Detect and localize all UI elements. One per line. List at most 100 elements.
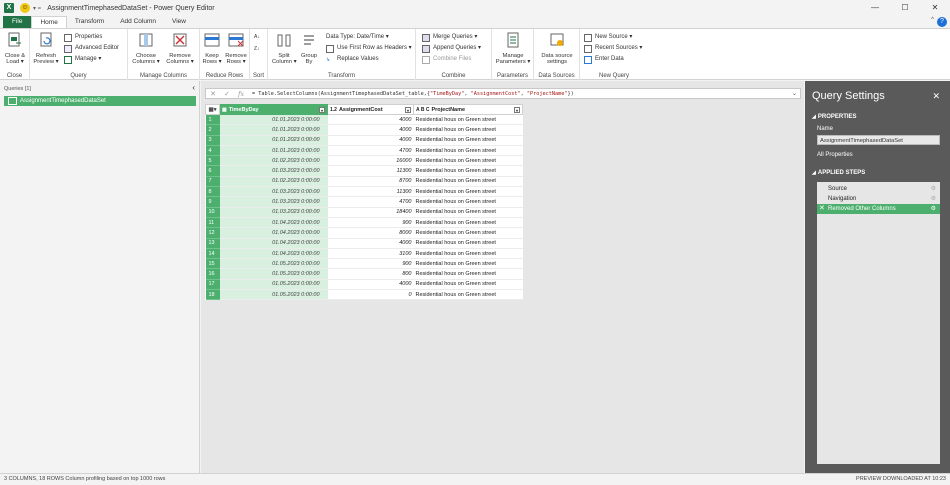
row-number[interactable]: 17 — [205, 279, 220, 291]
row-number[interactable]: 11 — [205, 217, 220, 229]
cell-timebyday[interactable]: 01.02.2023 0:00:00 — [219, 176, 328, 188]
tab-transform[interactable]: Transform — [67, 16, 112, 28]
cell-assignmentcost[interactable]: 900 — [327, 258, 414, 270]
table-row[interactable]: 4 01.01.2023 0:00:00 4700 Residential hous … — [205, 145, 523, 157]
column-header-timebyday[interactable]: ▦ TimeByDay ▾ — [219, 104, 328, 115]
cell-timebyday[interactable]: 01.02.2023 0:00:00 — [219, 155, 328, 167]
replace-values-button[interactable]: ↳ Replace Values — [326, 55, 379, 64]
cell-assignmentcost[interactable]: 4000 — [327, 124, 414, 136]
table-row[interactable]: 13 01.04.2023 0:00:00 4000 Residential hous… — [205, 238, 523, 249]
cell-projectname[interactable]: Residential hous on Green street — [413, 124, 523, 136]
datetime-type-icon[interactable]: ▦ — [222, 107, 227, 113]
cell-timebyday[interactable]: 01.03.2023 0:00:00 — [219, 186, 328, 198]
sort-ascending-button[interactable]: A↓ — [254, 33, 260, 42]
table-row[interactable]: 15 01.05.2023 0:00:00 900 Residential hous … — [205, 258, 523, 270]
text-type-icon[interactable]: A B C — [416, 107, 429, 113]
close-window-button[interactable]: ✕ — [920, 0, 950, 16]
recent-sources-button[interactable]: Recent Sources ▾ — [584, 44, 642, 53]
properties-button[interactable]: Properties — [64, 33, 102, 42]
combine-files-button[interactable]: Combine Files — [422, 55, 471, 64]
table-row[interactable]: 14 01.04.2023 0:00:00 3100 Residential hous… — [205, 248, 523, 260]
row-number[interactable]: 6 — [205, 165, 220, 177]
cell-assignmentcost[interactable]: 16000 — [327, 155, 414, 167]
cell-projectname[interactable]: Residential hous on Green street — [413, 196, 523, 208]
sort-descending-button[interactable]: Z↓ — [254, 45, 260, 54]
cell-projectname[interactable]: Residential hous on Green street — [413, 165, 523, 177]
cell-assignmentcost[interactable]: 900 — [327, 217, 414, 229]
cell-assignmentcost[interactable]: 4700 — [327, 196, 414, 208]
row-number[interactable]: 10 — [205, 207, 220, 218]
minimize-button[interactable]: — — [860, 0, 890, 16]
cell-timebyday[interactable]: 01.03.2023 0:00:00 — [219, 165, 328, 177]
row-number[interactable]: 14 — [205, 248, 220, 260]
keep-rows-button[interactable]: Keep Rows ▾ — [201, 32, 223, 66]
cell-timebyday[interactable]: 01.04.2023 0:00:00 — [219, 227, 328, 239]
row-number[interactable]: 13 — [205, 238, 220, 249]
tab-add-column[interactable]: Add Column — [112, 16, 164, 28]
table-row[interactable]: 7 01.02.2023 0:00:00 8700 Residential hous … — [205, 176, 523, 188]
column-header-assignmentcost[interactable]: 1.2 AssignmentCost ▾ — [327, 104, 414, 115]
data-type-dropdown[interactable]: Data Type: Date/Time ▾ — [326, 33, 389, 42]
table-row[interactable]: 17 01.05.2023 0:00:00 4000 Residential hous… — [205, 279, 523, 291]
gear-icon[interactable]: ⚙ — [931, 184, 936, 194]
row-number[interactable]: 18 — [205, 289, 220, 301]
cell-timebyday[interactable]: 01.04.2023 0:00:00 — [219, 248, 328, 260]
table-row[interactable]: 6 01.03.2023 0:00:00 11300 Residential hous… — [205, 165, 523, 177]
quick-access-dropdown-icon[interactable]: ▾ = — [33, 5, 41, 12]
cell-timebyday[interactable]: 01.05.2023 0:00:00 — [219, 289, 328, 301]
cell-assignmentcost[interactable]: 8700 — [327, 176, 414, 188]
table-row[interactable]: 1 01.01.2023 0:00:00 4000 Residential hous … — [205, 114, 523, 126]
cell-timebyday[interactable]: 01.05.2023 0:00:00 — [219, 258, 328, 270]
help-icon[interactable]: ? — [937, 17, 947, 27]
row-number[interactable]: 8 — [205, 186, 220, 198]
table-row[interactable]: 12 01.04.2023 0:00:00 8000 Residential hous… — [205, 227, 523, 239]
cell-timebyday[interactable]: 01.04.2023 0:00:00 — [219, 217, 328, 229]
cell-projectname[interactable]: Residential hous on Green street — [413, 176, 523, 188]
properties-section[interactable]: ◢ PROPERTIES — [812, 114, 857, 120]
cell-projectname[interactable]: Residential hous on Green street — [413, 227, 523, 239]
gear-icon[interactable]: ⚙ — [931, 194, 936, 204]
use-first-row-headers-button[interactable]: Use First Row as Headers ▾ — [326, 44, 412, 53]
cell-assignmentcost[interactable]: 4000 — [327, 114, 414, 126]
close-and-load-button[interactable]: Close & Load ▾ — [3, 32, 27, 66]
cell-projectname[interactable]: Residential hous on Green street — [413, 207, 523, 218]
applied-steps-section[interactable]: ◢ APPLIED STEPS — [812, 170, 865, 176]
cell-assignmentcost[interactable]: 11300 — [327, 165, 414, 177]
group-by-button[interactable]: Group By — [298, 32, 320, 66]
smiley-feedback-icon[interactable]: ☺ — [20, 3, 30, 13]
manage-button[interactable]: Manage ▾ — [64, 55, 101, 64]
collapse-ribbon-icon[interactable]: ^ — [931, 17, 934, 23]
remove-columns-button[interactable]: Remove Columns ▾ — [164, 32, 196, 66]
step-source[interactable]: Source ⚙ — [817, 184, 940, 194]
cell-projectname[interactable]: Residential hous on Green street — [413, 258, 523, 270]
tab-view[interactable]: View — [164, 16, 194, 28]
cell-projectname[interactable]: Residential hous on Green street — [413, 289, 523, 301]
step-removed-other-columns[interactable]: ✕ Removed Other Columns ⚙ — [817, 204, 940, 214]
step-navigation[interactable]: Navigation ⚙ — [817, 194, 940, 204]
data-source-settings-button[interactable]: Data source settings — [536, 32, 578, 66]
cell-projectname[interactable]: Residential hous on Green street — [413, 186, 523, 198]
expand-formula-icon[interactable]: ⌄ — [792, 89, 797, 100]
refresh-preview-button[interactable]: Refresh Preview ▾ — [33, 32, 59, 66]
row-number[interactable]: 5 — [205, 155, 220, 167]
row-number[interactable]: 2 — [205, 124, 220, 136]
remove-rows-button[interactable]: Remove Rows ▾ — [224, 32, 248, 66]
column-header-projectname[interactable]: A B C ProjectName ▾ — [413, 104, 523, 115]
append-queries-button[interactable]: Append Queries ▾ — [422, 44, 481, 53]
cell-assignmentcost[interactable]: 800 — [327, 268, 414, 280]
row-number[interactable]: 1 — [205, 114, 220, 126]
cell-projectname[interactable]: Residential hous on Green street — [413, 217, 523, 229]
fx-icon[interactable]: fx — [234, 90, 248, 98]
row-number[interactable]: 9 — [205, 196, 220, 208]
formula-text[interactable]: = Table.SelectColumns(AssignmentTimephas… — [252, 91, 574, 97]
cell-timebyday[interactable]: 01.04.2023 0:00:00 — [219, 238, 328, 249]
query-name-input[interactable]: AssignmentTimephasedDataSet — [817, 135, 940, 145]
cell-timebyday[interactable]: 01.01.2023 0:00:00 — [219, 135, 328, 146]
table-row[interactable]: 9 01.03.2023 0:00:00 4700 Residential hous … — [205, 196, 523, 208]
filter-dropdown-icon[interactable]: ▾ — [405, 107, 411, 113]
cell-assignmentcost[interactable]: 4000 — [327, 279, 414, 291]
table-row[interactable]: 18 01.05.2023 0:00:00 0 Residential hous on… — [205, 289, 523, 301]
cell-timebyday[interactable]: 01.01.2023 0:00:00 — [219, 145, 328, 157]
cancel-formula-icon[interactable]: ✕ — [206, 90, 220, 98]
cell-timebyday[interactable]: 01.03.2023 0:00:00 — [219, 196, 328, 208]
